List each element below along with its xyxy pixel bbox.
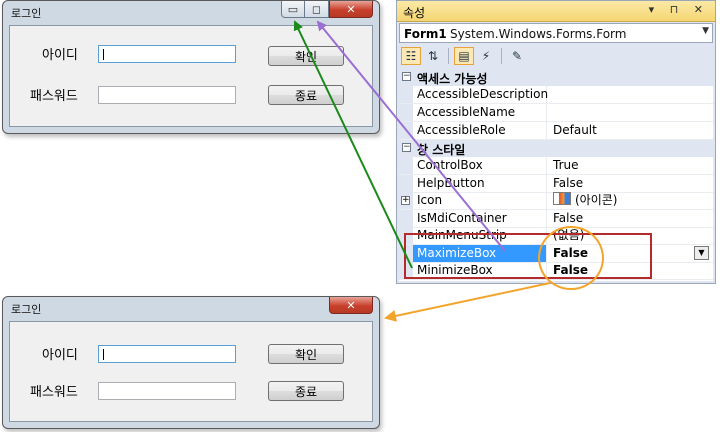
arrow-to-maximize bbox=[316, 20, 506, 252]
annotation-arrows bbox=[293, 20, 551, 322]
arrow-to-result-window bbox=[384, 282, 551, 322]
arrow-to-minimize bbox=[293, 20, 413, 269]
